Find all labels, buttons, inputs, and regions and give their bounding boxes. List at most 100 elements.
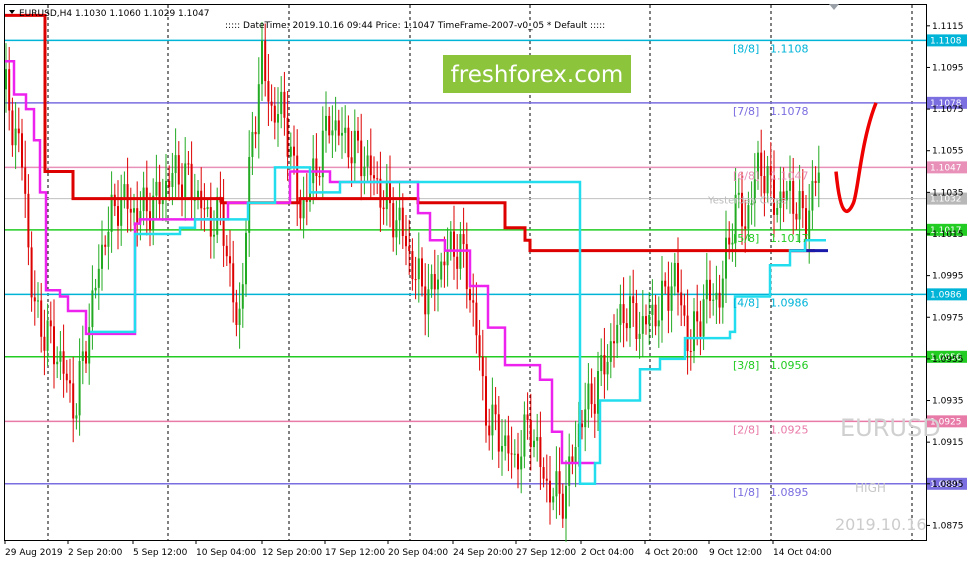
candle-body [485,376,487,426]
candle-body [789,181,791,191]
murrey-level-label: [5/8] [733,232,759,245]
candle-body [155,181,158,196]
candle-body [526,414,529,420]
x-tick-label: 10 Sep 04:00 [196,548,256,558]
candle-body [181,184,183,198]
candle-body [689,351,692,353]
candle-body [433,274,436,290]
candle-body [443,261,446,266]
murrey-level-label: [7/8] [733,105,759,118]
candle-body [702,299,705,337]
candle-body [558,471,561,494]
candle-body [449,231,452,252]
candle-body [401,207,404,237]
candle-body [766,166,769,194]
candle-body [126,184,129,209]
candle-body [123,184,126,198]
candle-body [152,195,155,230]
candle-body [190,163,193,200]
candle-body [65,373,68,381]
candle-body [392,203,395,238]
candle-body [606,361,609,375]
candle-body [545,478,548,481]
y-tick-label: 1.0895 [932,480,964,490]
candle-body [507,435,510,454]
candle-body [241,284,244,309]
info-line: ::::: DateTime: 2019.10.16 09:44 Price: … [225,21,605,31]
candle-body [549,480,551,503]
candle-body [725,237,727,279]
candle-body [129,208,132,213]
candle-body [293,146,295,156]
candle-body [574,447,577,464]
murrey-level-label: [4/8] [733,296,759,309]
candle-body [609,341,612,362]
candle-body [693,311,695,352]
candle-body [33,297,36,302]
candle-body [277,114,279,123]
price-tag-text: 1.1108 [930,36,962,46]
candle-body [808,210,811,240]
candle-body [350,157,353,164]
watermark-date: 2019.10.16 [835,515,927,534]
candle-body [619,304,622,325]
collapse-arrow-icon[interactable] [829,4,839,10]
murrey-level-value: 1.0956 [770,359,809,372]
candle-body [795,213,798,220]
candle-body [683,305,686,316]
candle-body [776,207,779,215]
candle-body [440,261,443,280]
murrey-level-value: 1.0925 [770,423,809,436]
candle-body [408,246,411,252]
candle-body [699,321,702,337]
candle-body [222,202,225,246]
candle-body [21,133,23,168]
candle-body [600,355,603,372]
candle-body [670,286,673,311]
candle-body [597,371,599,414]
candle-body [721,278,724,308]
candle-body [56,361,59,365]
candle-body [613,341,615,344]
candle-body [30,247,33,298]
candle-body [43,336,46,351]
candle-body [651,304,654,315]
candle-body [8,69,11,111]
candle-body [635,303,638,339]
y-tick-label: 1.1095 [932,63,964,73]
candle-body [5,69,7,90]
candle-body [581,423,583,428]
candle-body [472,300,475,303]
candle-body [427,289,430,315]
candle-body [638,333,641,339]
candle-body [488,425,491,436]
candle-body [360,140,363,177]
x-tick-label: 20 Sep 04:00 [388,548,448,558]
magenta-step-line [5,59,595,465]
murrey-level-value: 1.1078 [770,105,809,118]
y-tick-label: 1.0935 [932,397,964,407]
candle-body [97,268,100,288]
candle-body [405,236,407,247]
candle-body [136,208,139,223]
candle-body [552,496,555,503]
y-tick-label: 1.1035 [932,188,964,198]
cyan-step-line [90,166,826,486]
x-tick-label: 17 Sep 12:00 [325,548,385,558]
candle-body [513,453,516,455]
candle-body [536,437,539,441]
y-tick-label: 1.1075 [932,105,964,115]
candle-body [481,356,484,377]
symbol-dropdown-icon[interactable] [9,10,15,14]
candle-body [27,193,30,248]
candle-body [709,279,711,301]
candle-body [382,207,385,210]
candle-body [337,120,340,136]
candle-body [641,316,644,334]
candle-body [110,194,113,232]
candle-body [456,256,459,269]
candle-body [120,197,123,226]
candle-body [94,287,97,291]
candle-body [357,130,359,141]
candle-body [171,173,174,188]
